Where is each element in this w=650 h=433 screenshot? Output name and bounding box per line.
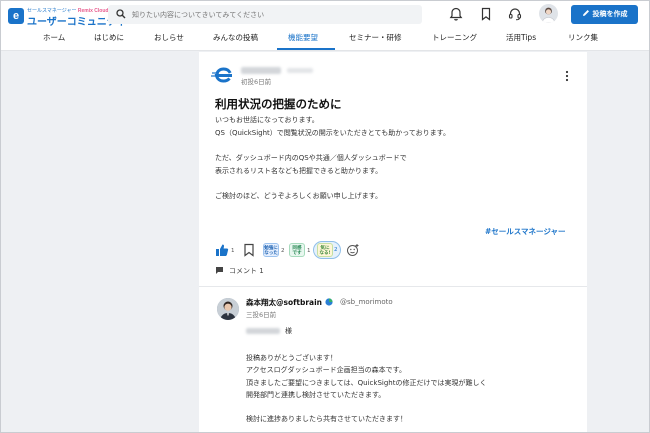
- post-title: 利用状況の把握のために: [215, 97, 342, 111]
- user-avatar-image-icon: [541, 7, 556, 23]
- verified-badge-icon: [325, 298, 333, 306]
- comment-icon: [216, 266, 223, 274]
- search-icon: [116, 9, 126, 19]
- nav-item-news[interactable]: おしらせ: [154, 32, 184, 43]
- comment-count-row[interactable]: コメント 1: [215, 266, 264, 276]
- reply-salutation: 様: [285, 327, 292, 335]
- reply-author-handle: @sb_morimoto: [340, 298, 393, 306]
- post-body-line: ご検討のほど、どうぞよろしくお願い申し上げます。: [215, 192, 382, 201]
- stamp-reaction-curious[interactable]: 気に なる! 2: [313, 241, 341, 259]
- nav-item-training[interactable]: トレーニング: [432, 32, 477, 43]
- post-body-line: [215, 177, 575, 190]
- reply-body-line: [246, 401, 576, 413]
- like-reaction[interactable]: 1: [215, 241, 237, 259]
- stamp-agree-icon: 同感 です: [289, 243, 305, 257]
- reply-body-line: 開発部門と連携し検討させていただきます。: [246, 390, 386, 399]
- stamp-reaction-agree[interactable]: 同感 です 1: [289, 241, 313, 259]
- search-bar[interactable]: [108, 5, 422, 24]
- add-reaction-icon[interactable]: [346, 243, 360, 257]
- reply-body-line: 投稿ありがとうございます！: [246, 354, 337, 362]
- reply-body-line: 検討に進捗ありましたら共有させていただきます！: [246, 415, 407, 424]
- post-body-line: 表示されるリスト名なども把握できると助かります。: [215, 166, 383, 175]
- nav-item-tips[interactable]: 活用Tips: [506, 32, 536, 43]
- comment-divider: [199, 286, 587, 287]
- active-tab-indicator: [277, 48, 335, 50]
- reply-body-line: 頂きましたご要望につきましては、QuickSightの修正だけでは実現が難しく: [246, 378, 487, 387]
- main-nav: ホーム はじめに おしらせ みんなの投稿 機能要望 セミナー・研修 トレーニング…: [1, 28, 649, 50]
- more-options-icon[interactable]: [565, 70, 569, 82]
- logo-mark-icon: e: [8, 8, 24, 24]
- post-body-line: いつもお世話になっております。: [215, 116, 319, 124]
- bookmark-icon[interactable]: [478, 6, 494, 22]
- post-body-line: [215, 139, 575, 152]
- author-company-logo-icon: [211, 67, 232, 83]
- stamp-learned-count: 2: [281, 248, 285, 254]
- app-window: e セールスマネージャー Remix Cloud ユーザーコミュニティ 投稿を作…: [0, 0, 650, 433]
- reply-author-name[interactable]: 森本翔太@softbrain: [246, 297, 333, 308]
- like-count: 1: [231, 248, 235, 254]
- stamp-learned-icon: 勉強に なった: [263, 243, 279, 257]
- author-handle-redacted: [287, 68, 313, 73]
- search-input[interactable]: [132, 7, 412, 22]
- stamp-reaction-learned[interactable]: 勉強に なった 2: [263, 241, 287, 259]
- bell-icon[interactable]: [448, 6, 464, 22]
- post-card: 初投6日前 利用状況の把握のために いつもお世話になっております。 QS（Qui…: [199, 52, 587, 432]
- nav-item-feature-requests[interactable]: 機能要望: [288, 32, 318, 43]
- nav-item-getting-started[interactable]: はじめに: [94, 32, 124, 43]
- top-header: e セールスマネージャー Remix Cloud ユーザーコミュニティ 投稿を作…: [1, 1, 649, 51]
- reply-body-line: アクセスログダッシュボード企画担当の森本です。: [246, 366, 406, 375]
- post-body-line: ただ、ダッシュボード内のQSや共通／個人ダッシュボードで: [215, 154, 407, 163]
- post-body: いつもお世話になっております。 QS（QuickSight）で閲覧状況の開示をい…: [215, 114, 575, 203]
- reply-body: 投稿ありがとうございます！ アクセスログダッシュボード企画担当の森本です。 頂き…: [246, 352, 576, 426]
- pencil-icon: [582, 10, 589, 16]
- post-timestamp: 初投6日前: [241, 78, 272, 86]
- mentioned-name-redacted: [246, 328, 280, 334]
- create-post-button[interactable]: 投稿を作成: [571, 5, 638, 24]
- nav-item-community-posts[interactable]: みんなの投稿: [213, 32, 258, 43]
- reply-timestamp: 三投6日前: [246, 311, 277, 319]
- stamp-curious-count: 2: [334, 247, 338, 253]
- nav-item-home[interactable]: ホーム: [43, 32, 65, 43]
- author-name-redacted: [241, 67, 281, 74]
- post-tag-link[interactable]: #セールスマネージャー: [485, 226, 566, 237]
- reply-author-avatar[interactable]: [217, 298, 239, 320]
- thumbs-up-icon: [216, 244, 229, 256]
- stamp-curious-icon: 気に なる!: [317, 243, 333, 257]
- nav-item-seminars[interactable]: セミナー・研修: [349, 32, 402, 43]
- reply-avatar-photo-icon: [217, 298, 239, 320]
- post-body-line: QS（QuickSight）で閲覧状況の開示をいただきとても助かっております。: [215, 128, 450, 137]
- nav-item-links[interactable]: リンク集: [568, 32, 598, 43]
- stamp-agree-count: 1: [307, 248, 311, 254]
- support-headset-icon[interactable]: [507, 6, 523, 22]
- user-avatar[interactable]: [539, 4, 558, 23]
- create-post-label: 投稿を作成: [592, 10, 628, 18]
- community-logo[interactable]: e セールスマネージャー Remix Cloud ユーザーコミュニティ: [8, 7, 126, 28]
- comment-count-label: コメント 1: [229, 267, 264, 275]
- bookmark-post-icon[interactable]: [243, 243, 255, 257]
